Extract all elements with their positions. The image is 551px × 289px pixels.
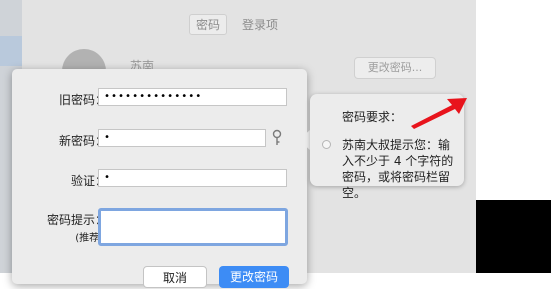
red-arrow-annotation	[411, 98, 467, 129]
tab-bar: 密码 登录项	[189, 14, 285, 35]
verify-field[interactable]: •	[98, 169, 287, 187]
requirement-indicator	[322, 140, 331, 149]
popover-body: 苏南大叔提示您：输入不少于 4 个字符的密码，或将密码栏留空。	[342, 138, 454, 200]
change-password-dialog: 旧密码： •••••••••••••• 新密码： • 验证： • 密码提示： (…	[12, 69, 307, 288]
sidebar-selected-item	[0, 36, 22, 66]
confirm-change-password-button[interactable]: 更改密码	[219, 266, 289, 288]
hint-field[interactable]	[98, 208, 288, 246]
tab-password[interactable]: 密码	[189, 14, 228, 35]
change-password-button[interactable]: 更改密码...	[354, 57, 436, 79]
key-icon[interactable]	[271, 129, 283, 147]
popover-title: 密码要求：	[342, 110, 403, 124]
new-password-field[interactable]: •	[98, 129, 266, 147]
right-panel	[476, 0, 551, 200]
right-dark-panel	[476, 200, 551, 273]
tab-login-items[interactable]: 登录项	[235, 14, 285, 35]
cancel-button[interactable]: 取消	[143, 266, 207, 288]
old-password-field[interactable]: ••••••••••••••	[98, 88, 287, 106]
